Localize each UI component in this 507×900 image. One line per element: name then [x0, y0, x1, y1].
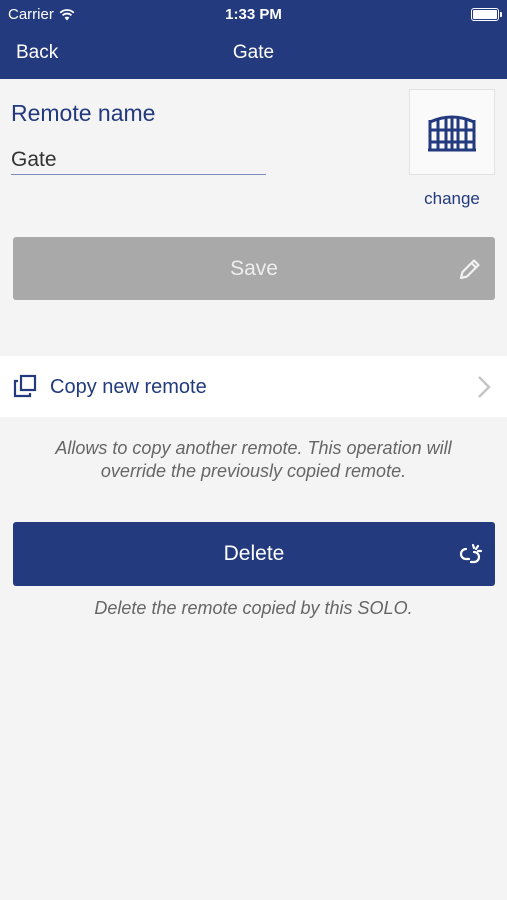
copy-description: Allows to copy another remote. This oper…	[0, 437, 507, 483]
status-bar: Carrier 1:33 PM	[0, 0, 507, 28]
copy-description-line: Allows to copy another remote. This oper…	[55, 438, 452, 458]
copy-description-line: override the previously copied remote.	[100, 461, 407, 481]
remote-name-label: Remote name	[11, 100, 156, 126]
pencil-icon	[459, 259, 480, 280]
save-button-label: Save	[230, 256, 278, 280]
battery-icon	[471, 8, 502, 21]
delete-button-label: Delete	[223, 542, 285, 565]
remote-name-input[interactable]	[11, 145, 266, 175]
save-button[interactable]: Save	[13, 237, 495, 300]
navigation-bar: Back Gate	[0, 30, 507, 76]
unlink-icon	[459, 543, 483, 564]
change-icon-link[interactable]: change	[409, 189, 495, 209]
status-time: 1:33 PM	[225, 6, 282, 23]
copy-icon	[13, 374, 37, 398]
page-title: Gate	[232, 42, 275, 63]
delete-button[interactable]: Delete	[13, 522, 495, 586]
chevron-right-icon	[478, 376, 491, 398]
copy-new-remote-row[interactable]: Copy new remote	[0, 356, 507, 417]
top-bar: Carrier 1:33 PM Back Gate	[0, 0, 507, 79]
copy-new-remote-label: Copy new remote	[50, 376, 207, 398]
remote-icon-button[interactable]	[409, 89, 495, 175]
delete-description: Delete the remote copied by this SOLO.	[94, 598, 413, 618]
gate-icon	[428, 115, 476, 152]
